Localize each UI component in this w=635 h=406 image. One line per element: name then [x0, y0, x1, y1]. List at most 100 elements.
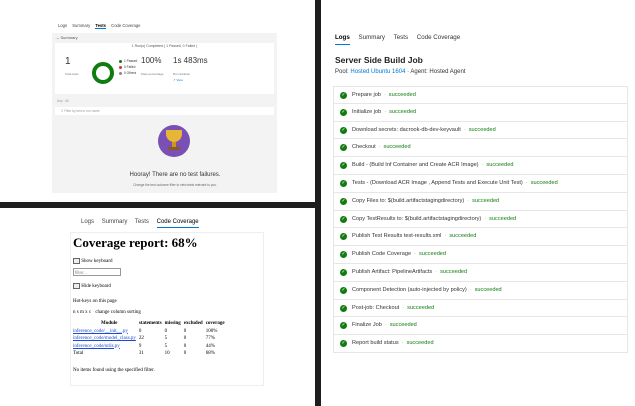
cell-missing: 5: [164, 336, 168, 341]
total-missing: 10: [164, 351, 170, 356]
test-filter-input[interactable]: ⊽ Filter by test or run name: [55, 107, 274, 115]
step-separator: ·: [402, 304, 405, 311]
job-step-row[interactable]: ✓ Component Detection (auto-injected by p…: [333, 281, 628, 300]
job-step-row[interactable]: ✓ Download secrets: dacrook-db-dev-keyvau…: [333, 121, 628, 140]
legend-others: 0 Others: [119, 71, 136, 75]
summary-header[interactable]: ⌄ Summary: [56, 35, 78, 40]
job-step-row[interactable]: ✓ Copy TestResults to: $(build.artifactst…: [333, 210, 628, 229]
tab-tests[interactable]: Tests: [394, 34, 408, 44]
tab-tests[interactable]: Tests: [135, 219, 149, 227]
table-row: inference_code/model_class.py 22 5 0 77%: [73, 335, 228, 343]
job-step-row[interactable]: ✓ Checkout · succeeded: [333, 139, 628, 158]
pool-link[interactable]: Hosted Ubuntu 1604: [350, 69, 405, 75]
col-statements[interactable]: statements: [139, 320, 165, 328]
tab-summary[interactable]: Summary: [72, 23, 90, 28]
others-dot-icon: [119, 71, 122, 75]
tab-summary[interactable]: Summary: [102, 219, 128, 227]
horizontal-divider: [0, 202, 318, 208]
pool-info: Pool: Hosted Ubuntu 1604 · Agent: Hosted…: [335, 69, 466, 75]
step-name: Checkout: [352, 144, 376, 151]
col-coverage[interactable]: coverage: [206, 320, 228, 328]
job-step-row[interactable]: ✓ Tests - (Download ACR Image , Append Te…: [333, 174, 628, 193]
step-status: succeeded: [406, 340, 434, 347]
tab-summary[interactable]: Summary: [359, 34, 385, 44]
step-name: Finalize Job: [352, 322, 382, 329]
module-link[interactable]: inference_code/model_class.py: [73, 335, 139, 343]
cell-excluded: 0: [183, 343, 187, 349]
col-excluded[interactable]: excluded: [184, 320, 206, 328]
step-separator: ·: [378, 144, 381, 151]
tab-logs[interactable]: Logs: [335, 34, 350, 45]
step-separator: ·: [401, 340, 404, 347]
tests-panel: Logs Summary Tests Code Coverage ⌄ Summa…: [0, 0, 315, 202]
step-status: succeeded: [530, 179, 558, 186]
total-row: Total 31 10 0 68%: [73, 350, 228, 358]
job-step-row[interactable]: ✓ Report build status · succeeded: [333, 335, 628, 353]
success-check-icon: ✓: [340, 304, 347, 312]
tests-summary-panel: ⌄ Summary 1 Run(s) Completed ( 1 Passed,…: [52, 33, 277, 193]
step-separator: ·: [384, 322, 387, 329]
job-step-row[interactable]: ✓ Prepare job · succeeded: [333, 86, 628, 104]
pipeline-tab-bar: Logs Summary Tests Code Coverage: [335, 34, 467, 45]
step-status: succeeded: [440, 268, 468, 275]
total-statements: 31: [138, 351, 144, 356]
success-check-icon: ✓: [340, 322, 347, 330]
job-step-row[interactable]: ✓ Initialize job · succeeded: [333, 103, 628, 122]
tab-logs[interactable]: Logs: [58, 23, 67, 28]
job-step-row[interactable]: ✓ Publish Code Coverage · succeeded: [333, 246, 628, 264]
no-items-message: No items found using the specified filte…: [73, 368, 155, 373]
job-step-row[interactable]: ✓ Finalize Job · succeeded: [333, 317, 628, 336]
step-status: succeeded: [474, 286, 502, 293]
job-title: Server Side Build Job: [335, 55, 423, 65]
summary-title: 1 Run(s) Completed ( 1 Passed, 0 Failed …: [131, 44, 198, 48]
tab-code-coverage[interactable]: Code Coverage: [156, 219, 199, 228]
step-separator: ·: [444, 233, 447, 240]
tab-logs[interactable]: Logs: [81, 219, 94, 227]
success-check-icon: ✓: [340, 126, 347, 134]
view-link[interactable]: ↗ View: [173, 78, 183, 82]
run-duration: 1s 483ms: [173, 56, 208, 65]
module-link[interactable]: inference_code/utils.py: [73, 343, 139, 351]
success-check-icon: ✓: [340, 179, 347, 187]
job-step-row[interactable]: ✓ Copy Files to: $(build.artifactstagingd…: [333, 192, 628, 211]
tab-code-coverage[interactable]: Code Coverage: [111, 23, 140, 28]
success-check-icon: ✓: [340, 286, 347, 294]
coverage-table: Module statements missing excluded cover…: [73, 320, 228, 358]
step-status: succeeded: [489, 215, 517, 222]
legend-failed: 0 Failed: [119, 65, 135, 69]
col-missing[interactable]: missing: [165, 320, 184, 328]
tab-code-coverage[interactable]: Code Coverage: [417, 34, 460, 44]
hotkeys-title: Hot-keys on this page: [73, 299, 117, 304]
cell-excluded: 0: [183, 336, 187, 341]
job-step-row[interactable]: ✓ Post-job: Checkout · succeeded: [333, 299, 628, 318]
cell-excluded: 0: [183, 328, 187, 334]
coverage-filter-input[interactable]: filter...: [73, 268, 121, 276]
step-separator: ·: [414, 251, 416, 258]
job-step-row[interactable]: ✓ Publish Test Results test-results.xml · s…: [333, 228, 628, 247]
step-separator: ·: [384, 108, 387, 115]
tab-tests[interactable]: Tests: [95, 23, 106, 29]
failed-dot-icon: [119, 65, 122, 69]
cell-coverage: 77%: [205, 336, 215, 341]
success-check-icon: ✓: [340, 233, 347, 241]
outcome-filter-row[interactable]: Any · All: [57, 99, 69, 103]
step-separator: ·: [469, 286, 472, 293]
step-separator: ·: [463, 126, 466, 133]
step-separator: ·: [525, 179, 528, 186]
step-separator: ·: [484, 215, 487, 222]
job-steps-list: ✓ Prepare job · succeeded ✓ Initialize job · su…: [333, 86, 628, 353]
module-link[interactable]: inference_code/__init__.py: [73, 328, 139, 336]
pass-percentage: 100%: [141, 56, 162, 65]
coverage-panel: Logs Summary Tests Code Coverage Coverag…: [0, 208, 318, 406]
step-status: succeeded: [388, 92, 416, 98]
step-name: Post-job: Checkout: [352, 304, 400, 311]
hide-keyboard-button[interactable]: Hide keyboard: [73, 283, 111, 289]
step-status: succeeded: [472, 197, 500, 204]
show-keyboard-button[interactable]: Show keyboard: [73, 258, 113, 264]
job-step-row[interactable]: ✓ Build - (Build Inf Container and Create…: [333, 157, 628, 175]
job-step-row[interactable]: ✓ Publish Artifact: PipelineArtifacts · suc…: [333, 263, 628, 282]
success-check-icon: ✓: [340, 92, 347, 99]
col-module[interactable]: Module: [73, 320, 139, 328]
step-separator: ·: [467, 197, 470, 204]
success-check-icon: ✓: [340, 340, 347, 348]
